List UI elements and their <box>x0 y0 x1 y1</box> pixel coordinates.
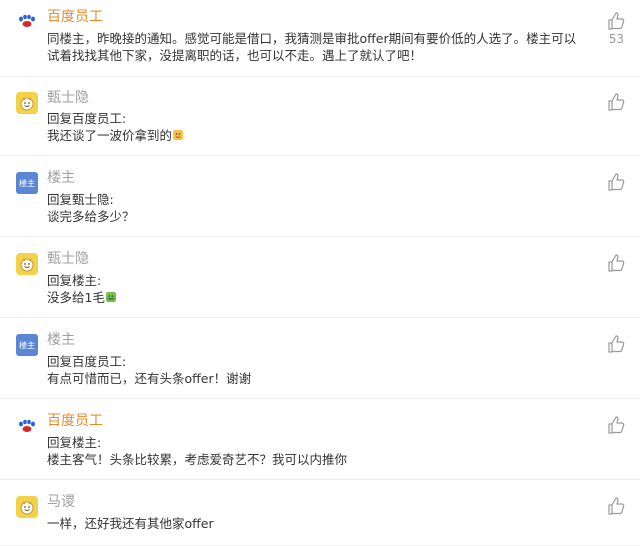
reply-text: 我还谈了一波价拿到的 <box>47 128 173 143</box>
avatar-op-icon[interactable]: 楼主 <box>16 334 38 356</box>
avatar-smile-icon[interactable] <box>16 92 38 114</box>
thumbs-up-icon[interactable] <box>606 415 626 435</box>
comment-item: 楼主 楼主 回复甄士隐: 谈完多给多少？ <box>0 155 640 237</box>
thumbs-up-icon[interactable] <box>606 496 626 516</box>
avatar-op-icon[interactable]: 楼主 <box>16 172 38 194</box>
avatar-baidu-icon[interactable] <box>16 10 38 32</box>
comment-text: 回复百度员工: 有点可惜而已，还有头条offer！谢谢 <box>47 353 584 387</box>
comment-thread: 百度员工 同楼主，昨晚接的通知。感觉可能是借口，我猜测是审批offer期间有要价… <box>0 0 640 546</box>
reply-to-label: 回复楼主: <box>47 435 102 450</box>
reply-text: 有点可惜而已，还有头条offer！谢谢 <box>47 371 252 386</box>
comment-author[interactable]: 楼主 <box>47 331 75 349</box>
comment-item: 甄士隐 回复楼主: 没多给1毛 <box>0 236 640 318</box>
comment-item: 百度员工 同楼主，昨晚接的通知。感觉可能是借口，我猜测是审批offer期间有要价… <box>0 0 640 77</box>
reply-text: 没多给1毛 <box>47 290 105 305</box>
thumbs-up-icon[interactable] <box>606 92 626 112</box>
like-count: 53 <box>608 32 624 46</box>
comment-author[interactable]: 甄士隐 <box>47 89 89 107</box>
comment-author[interactable]: 百度员工 <box>47 412 103 430</box>
reply-to-label: 回复百度员工: <box>47 354 127 369</box>
baidu-paw-icon <box>19 14 35 27</box>
comment-text: 回复百度员工: 我还谈了一波价拿到的 <box>47 110 584 144</box>
avatar-smile-icon[interactable] <box>16 253 38 275</box>
reply-text: 谈完多给多少？ <box>47 209 135 224</box>
smile-face-icon <box>20 501 34 515</box>
thumbs-up-icon[interactable] <box>606 253 626 273</box>
reply-to-label: 回复楼主: <box>47 273 102 288</box>
smile-face-icon <box>20 97 34 111</box>
avatar-op-label: 楼主 <box>19 340 35 350</box>
avatar-op-label: 楼主 <box>19 178 35 188</box>
smile-face-icon <box>20 258 34 272</box>
reply-to-label: 回复甄士隐: <box>47 192 114 207</box>
comment-item: 马谡 一样，还好我还有其他家offer <box>0 479 640 546</box>
comment-author[interactable]: 百度员工 <box>47 8 103 26</box>
avatar-baidu-icon[interactable] <box>16 415 38 437</box>
thumbs-up-icon[interactable] <box>606 172 626 192</box>
comment-author[interactable]: 马谡 <box>47 493 75 511</box>
reply-text: 楼主客气！头条比较累，考虑爱奇艺不？我可以内推你 <box>47 452 348 467</box>
comment-text: 回复楼主: 楼主客气！头条比较累，考虑爱奇艺不？我可以内推你 <box>47 434 584 468</box>
thumbs-up-icon[interactable] <box>606 11 626 31</box>
emoji-icon <box>173 130 184 140</box>
comment-item: 楼主 楼主 回复百度员工: 有点可惜而已，还有头条offer！谢谢 <box>0 317 640 399</box>
comment-text: 一样，还好我还有其他家offer <box>47 516 214 531</box>
comment-text: 回复甄士隐: 谈完多给多少？ <box>47 191 584 225</box>
baidu-paw-icon <box>19 419 35 432</box>
comment-author[interactable]: 楼主 <box>47 169 75 187</box>
avatar-smile-icon[interactable] <box>16 496 38 518</box>
comment-text: 回复楼主: 没多给1毛 <box>47 272 584 306</box>
comment-item: 甄士隐 回复百度员工: 我还谈了一波价拿到的 <box>0 76 640 156</box>
comment-item: 百度员工 回复楼主: 楼主客气！头条比较累，考虑爱奇艺不？我可以内推你 <box>0 398 640 480</box>
comment-author[interactable]: 甄士隐 <box>47 250 89 268</box>
comment-text: 同楼主，昨晚接的通知。感觉可能是借口，我猜测是审批offer期间有要价低的人选了… <box>47 31 577 63</box>
emoji-icon <box>105 292 116 302</box>
reply-to-label: 回复百度员工: <box>47 111 127 126</box>
thumbs-up-icon[interactable] <box>606 334 626 354</box>
